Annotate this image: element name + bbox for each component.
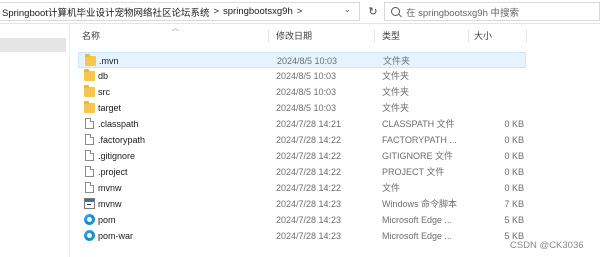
file-type: 文件夹 [382,87,410,97]
file-row[interactable]: .factorypath 2024/7/28 14:22 FACTORYPATH… [78,132,526,148]
file-name: mvnw [98,183,122,193]
file-row[interactable]: src 2024/8/5 10:03 文件夹 [78,84,526,100]
column-type[interactable]: 类型 [382,28,400,44]
column-divider[interactable] [468,29,469,43]
file-size: 5 KB [504,215,524,225]
file-name: target [98,103,122,113]
file-type: FACTORYPATH ... [382,135,457,145]
search-box[interactable]: 在 springbootsxg9h 中搜索 [384,2,600,21]
breadcrumb-parent[interactable]: Springboot计算机毕业设计宠物网络社区论坛系统 [2,5,209,19]
file-type: CLASSPATH 文件 [382,119,455,129]
column-size[interactable]: 大小 [474,28,492,44]
column-header: 名称 修改日期 类型 大小 [78,28,528,44]
file-row[interactable]: .gitignore 2024/7/28 14:22 GITIGNORE 文件 … [78,148,526,164]
file-date: 2024/7/28 14:22 [276,167,342,177]
file-date: 2024/7/28 14:22 [276,151,342,161]
file-row[interactable]: pom-war 2024/7/28 14:23 Microsoft Edge .… [78,228,526,244]
file-name: pom [98,215,116,225]
column-divider[interactable] [526,29,527,43]
file-type: Microsoft Edge ... [382,215,453,225]
navigation-pane [0,24,70,257]
search-placeholder: 在 springbootsxg9h 中搜索 [406,7,519,19]
file-date: 2024/7/28 14:21 [276,119,342,129]
file-size [488,84,524,100]
file-type: PROJECT 文件 [382,167,445,177]
cmd-script-icon [84,198,95,209]
file-date: 2024/8/5 10:03 [276,71,337,81]
file-name: .gitignore [98,151,136,161]
file-name: db [98,71,109,81]
column-name[interactable]: 名称 [82,28,100,44]
file-date: 2024/7/28 14:23 [276,215,342,225]
address-history-chevron-icon[interactable]: ⌄ [344,5,351,14]
file-type: 文件 [382,183,401,193]
folder-icon [84,101,95,113]
folder-icon [84,69,95,81]
file-size: 0 KB [504,183,524,193]
file-row[interactable]: mvnw 2024/7/28 14:22 文件 0 KB [78,180,526,196]
breadcrumb-current[interactable]: springbootsxg9h [223,6,293,17]
file-type: Windows 命令脚本 [382,199,458,209]
file-row[interactable]: .project 2024/7/28 14:22 PROJECT 文件 0 KB [78,164,526,180]
file-name: pom-war [98,231,134,241]
file-type: GITIGNORE 文件 [382,151,454,161]
edge-icon [84,214,95,225]
nav-selected-item[interactable] [0,38,66,52]
file-name: .factorypath [98,135,146,145]
file-date: 2024/8/5 10:03 [276,87,337,97]
file-row[interactable]: .mvn 2024/8/5 10:03 文件夹 [78,52,526,68]
refresh-icon[interactable]: ↻ [364,3,382,20]
file-row[interactable]: .classpath 2024/7/28 14:21 CLASSPATH 文件 … [78,116,526,132]
file-icon [85,150,94,161]
file-size: 0 KB [504,135,524,145]
file-icon [85,118,94,129]
address-toolbar: Springboot计算机毕业设计宠物网络社区论坛系统 > springboot… [0,0,600,24]
folder-icon [85,54,96,66]
search-icon [391,7,400,16]
file-name: .mvn [99,56,119,66]
column-divider[interactable] [374,29,375,43]
breadcrumb-separator: > [296,6,303,17]
file-date: 2024/8/5 10:03 [276,103,337,113]
file-name: .project [98,167,128,177]
file-size: 7 KB [504,199,524,209]
file-icon [85,134,94,145]
address-bar[interactable]: Springboot计算机毕业设计宠物网络社区论坛系统 > springboot… [0,2,360,21]
breadcrumb-separator: > [213,6,220,17]
file-row[interactable]: pom 2024/7/28 14:23 Microsoft Edge ... 5… [78,212,526,228]
edge-icon [84,230,95,241]
file-size [489,53,525,69]
file-type: 文件夹 [382,103,410,113]
file-size: 0 KB [504,167,524,177]
column-divider[interactable] [268,29,269,43]
file-type: Microsoft Edge ... [382,231,453,241]
file-date: 2024/7/28 14:23 [276,199,342,209]
file-size [488,68,524,84]
folder-icon [84,85,95,97]
file-size: 0 KB [504,151,524,161]
file-name: .classpath [98,119,139,129]
file-date: 2024/7/28 14:22 [276,135,342,145]
file-date: 2024/8/5 10:03 [277,56,338,66]
watermark-text: CSDN @CK3036 [510,240,584,251]
file-name: mvnw [98,199,122,209]
file-row[interactable]: target 2024/8/5 10:03 文件夹 [78,100,526,116]
column-date[interactable]: 修改日期 [276,28,312,44]
file-date: 2024/7/28 14:23 [276,231,342,241]
file-icon [85,166,94,177]
file-size: 0 KB [504,119,524,129]
file-icon [85,182,94,193]
file-type: 文件夹 [383,56,411,66]
file-name: src [98,87,110,97]
file-type: 文件夹 [382,71,410,81]
file-size [488,100,524,116]
file-row[interactable]: mvnw 2024/7/28 14:23 Windows 命令脚本 7 KB [78,196,526,212]
file-date: 2024/7/28 14:22 [276,183,342,193]
file-row[interactable]: db 2024/8/5 10:03 文件夹 [78,68,526,84]
